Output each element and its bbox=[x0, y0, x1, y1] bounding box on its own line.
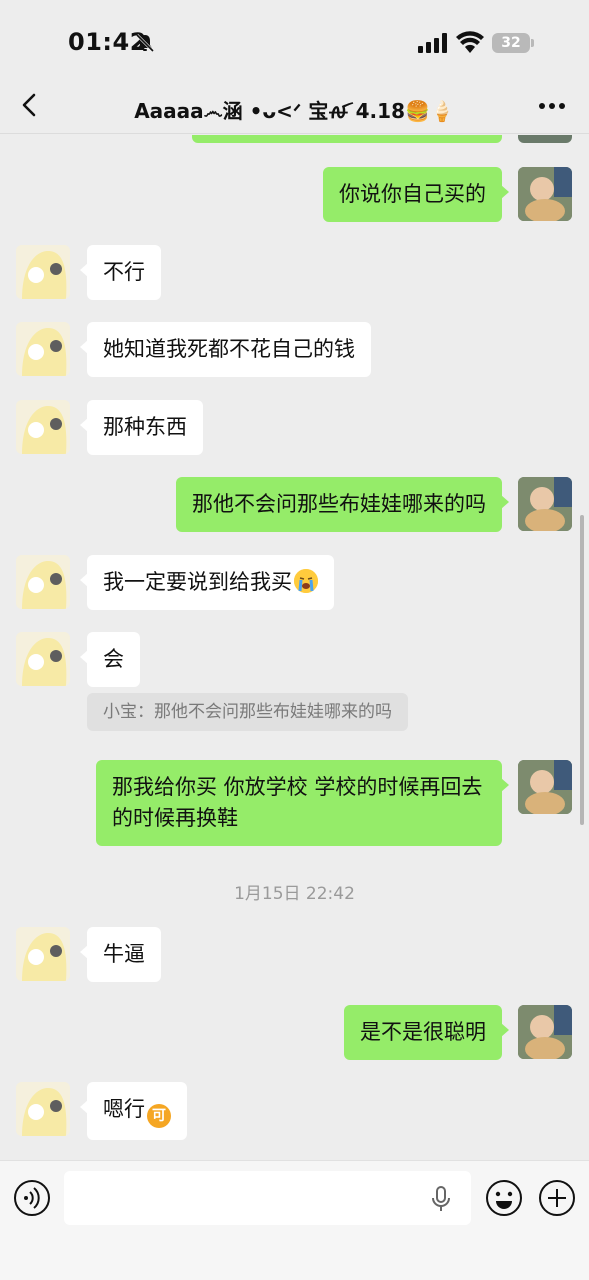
message-bubble[interactable]: 那他不会问那些布娃娃哪来的吗 bbox=[176, 477, 509, 532]
message-bubble[interactable]: 会 bbox=[80, 632, 140, 687]
wifi-icon bbox=[456, 31, 484, 53]
back-icon[interactable] bbox=[16, 90, 46, 120]
avatar[interactable] bbox=[518, 135, 572, 143]
avatar[interactable] bbox=[16, 1082, 70, 1136]
more-icon[interactable] bbox=[538, 102, 566, 110]
message-text: 嗯行 bbox=[103, 1097, 145, 1121]
status-bar: 01:42 32 bbox=[0, 0, 589, 80]
crying-face-icon bbox=[294, 569, 318, 593]
timestamp: 1月15日 22:42 bbox=[234, 884, 355, 904]
avatar[interactable] bbox=[16, 322, 70, 376]
avatar[interactable] bbox=[16, 245, 70, 299]
avatar[interactable] bbox=[16, 555, 70, 609]
bell-mute-icon bbox=[135, 33, 155, 53]
message-bubble[interactable]: 是不是很聪明 bbox=[344, 1005, 509, 1060]
message-bubble[interactable]: 嗯行可 bbox=[80, 1082, 187, 1140]
avatar[interactable] bbox=[518, 167, 572, 221]
message-bubble[interactable]: 我一定要说到给我买 bbox=[80, 555, 334, 610]
message-text: 我一定要说到给我买 bbox=[103, 570, 292, 594]
message-bubble-partial bbox=[192, 135, 502, 143]
message-bubble[interactable]: 那种东西 bbox=[80, 400, 203, 455]
message-bubble[interactable]: 那我给你买 你放学校 学校的时候再回去的时候再换鞋 bbox=[96, 760, 509, 846]
message-list[interactable]: 你说你自己买的 不行 她知道我死都不花自己的钱 那种东西 那他不会问那些布娃娃哪… bbox=[0, 135, 589, 1159]
message-bubble[interactable]: 不行 bbox=[80, 245, 161, 300]
battery-icon: 32 bbox=[492, 33, 534, 53]
ke-sticker-icon: 可 bbox=[147, 1104, 171, 1128]
battery-level: 32 bbox=[492, 33, 530, 53]
mic-icon[interactable] bbox=[430, 1185, 452, 1213]
signal-icon bbox=[418, 33, 447, 53]
chat-title: Aaaaa෴涵 •ᴗ<ᐟ 宝ꫛ 4.18🍔🍦 bbox=[134, 99, 455, 123]
message-input[interactable] bbox=[64, 1171, 471, 1225]
avatar[interactable] bbox=[518, 760, 572, 814]
input-bar bbox=[0, 1160, 589, 1280]
avatar[interactable] bbox=[16, 927, 70, 981]
voice-icon[interactable] bbox=[13, 1179, 51, 1217]
message-bubble[interactable]: 牛逼 bbox=[80, 927, 161, 982]
avatar[interactable] bbox=[16, 400, 70, 454]
emoji-icon[interactable] bbox=[485, 1179, 523, 1217]
message-bubble[interactable]: 你说你自己买的 bbox=[323, 167, 509, 222]
avatar[interactable] bbox=[16, 632, 70, 686]
avatar[interactable] bbox=[518, 1005, 572, 1059]
message-bubble[interactable]: 她知道我死都不花自己的钱 bbox=[80, 322, 371, 377]
quoted-reply[interactable]: 小宝：那他不会问那些布娃娃哪来的吗 bbox=[87, 693, 408, 731]
chat-header: Aaaaa෴涵 •ᴗ<ᐟ 宝ꫛ 4.18🍔🍦 bbox=[0, 80, 589, 134]
avatar[interactable] bbox=[518, 477, 572, 531]
plus-icon[interactable] bbox=[538, 1179, 576, 1217]
scrollbar[interactable] bbox=[580, 515, 584, 825]
